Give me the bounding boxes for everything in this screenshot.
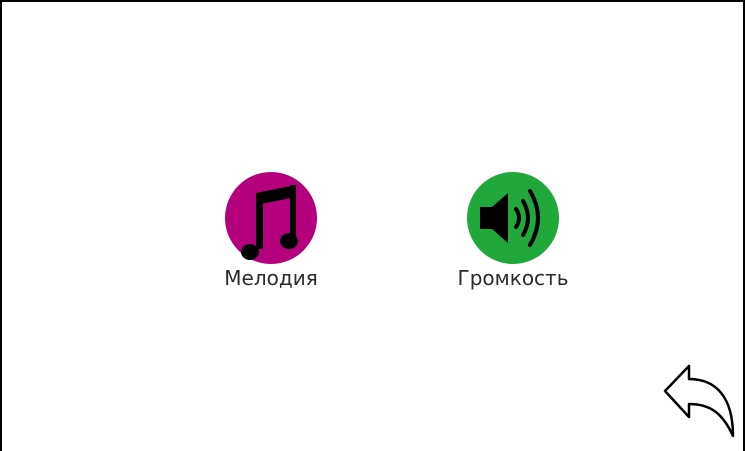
music-note-icon (225, 172, 317, 264)
speaker-volume-icon (467, 172, 559, 264)
volume-menu-item[interactable]: Громкость (443, 171, 583, 290)
back-arrow-icon[interactable] (661, 362, 741, 442)
settings-screen: Мелодия Громкость (0, 0, 745, 451)
melody-menu-item[interactable]: Мелодия (201, 171, 341, 290)
melody-label: Мелодия (224, 266, 318, 290)
volume-label: Громкость (457, 266, 569, 290)
